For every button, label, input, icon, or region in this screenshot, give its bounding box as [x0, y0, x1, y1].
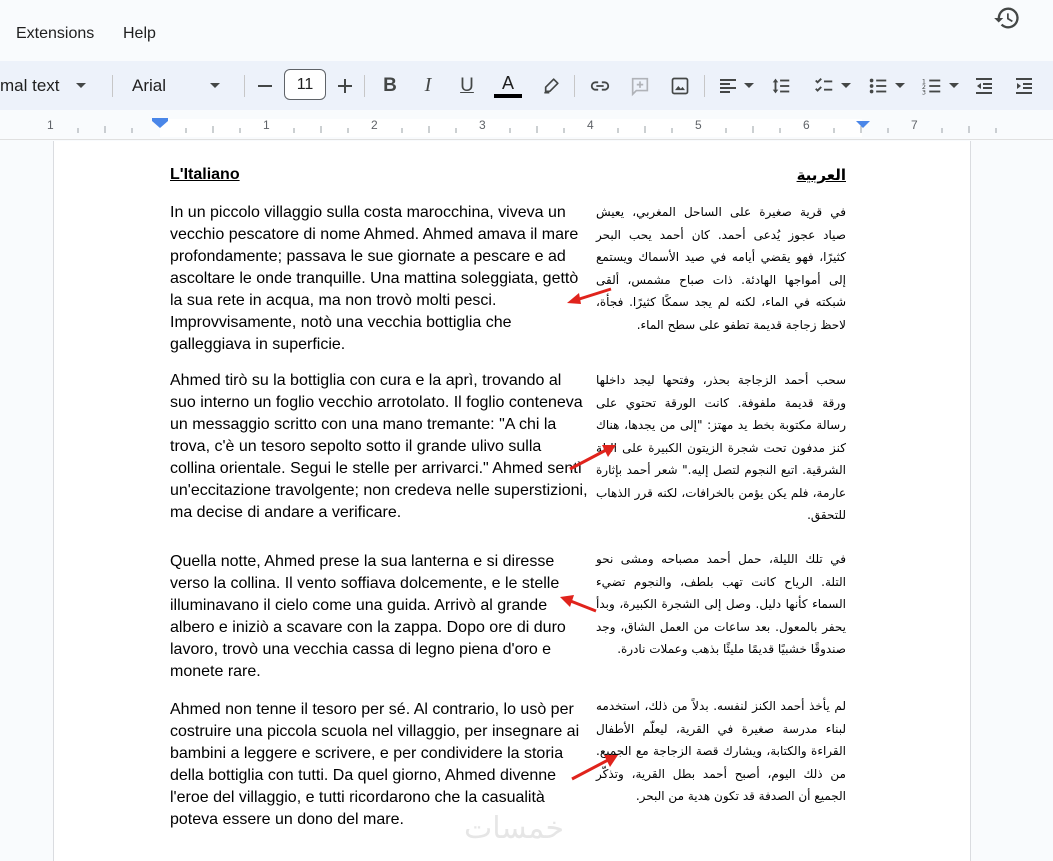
- decrease-indent-icon: [976, 77, 992, 94]
- underline-button[interactable]: U: [453, 61, 481, 110]
- italian-heading: L'Italiano: [170, 166, 240, 183]
- red-arrow-icon: [567, 287, 612, 304]
- increase-font-size-button[interactable]: [332, 61, 358, 110]
- ruler-number: 7: [911, 118, 918, 132]
- toolbar-divider: [704, 75, 705, 97]
- link-icon: [590, 80, 610, 91]
- history-icon: [994, 7, 1019, 29]
- underline-icon: U: [460, 74, 474, 96]
- align-left-icon: [720, 78, 736, 93]
- ruler-number: 1: [47, 118, 54, 132]
- chevron-down-icon: [949, 83, 959, 88]
- numbered-list-icon: 1 2 3: [922, 77, 941, 96]
- bold-icon: B: [383, 74, 397, 96]
- ruler-number: 3: [479, 118, 486, 132]
- toolbar-divider: [244, 75, 245, 97]
- red-arrow-icon: [569, 445, 616, 471]
- menu-bar: Extensions Help: [0, 0, 1053, 64]
- line-spacing-button[interactable]: [766, 61, 796, 110]
- decrease-indent-button[interactable]: [970, 61, 998, 110]
- italic-button[interactable]: I: [414, 61, 442, 110]
- ruler-ticks: [77, 118, 997, 133]
- text-color-swatch: [494, 93, 522, 98]
- plus-icon: [338, 78, 352, 93]
- bulleted-list-icon: [869, 78, 887, 93]
- red-arrow-icon: [560, 595, 597, 613]
- increase-indent-button[interactable]: [1010, 61, 1038, 110]
- checklist-button[interactable]: [808, 61, 856, 110]
- chevron-down-icon: [210, 83, 221, 88]
- arabic-paragraph: لم يأخذ أحمد الكنز لنفسه. بدلاً من ذلك، …: [596, 699, 846, 803]
- chevron-down-icon: [75, 83, 86, 88]
- menu-help[interactable]: Help: [123, 25, 156, 43]
- italian-paragraph: Ahmed tirò su la bottiglia con cura e la…: [170, 372, 588, 521]
- font-family-dropdown[interactable]: Arial: [120, 61, 240, 110]
- insert-link-button[interactable]: [586, 61, 614, 110]
- version-history-button[interactable]: [991, 2, 1023, 34]
- paragraph-style-dropdown[interactable]: mal text: [0, 61, 108, 110]
- insert-image-icon: [671, 77, 689, 94]
- ruler-number: 1: [263, 118, 270, 132]
- left-indent-marker: [152, 121, 168, 128]
- increase-indent-icon: [1016, 77, 1032, 94]
- decrease-font-size-button[interactable]: [252, 61, 278, 110]
- chevron-down-icon: [895, 83, 905, 88]
- chevron-down-icon: [744, 83, 754, 88]
- toolbar-divider: [574, 75, 575, 97]
- ruler-number: 6: [803, 118, 810, 132]
- arabic-paragraph: في قرية صغيرة على الساحل المغربي، يعيش ص…: [596, 205, 846, 332]
- ruler-number: 4: [587, 118, 594, 132]
- font-size-input[interactable]: 11: [284, 69, 326, 100]
- toolbar-divider: [364, 75, 365, 97]
- font-family-value: Arial: [132, 75, 167, 95]
- checklist-icon: [815, 77, 833, 92]
- menu-extensions[interactable]: Extensions: [16, 25, 94, 43]
- insert-image-button[interactable]: [666, 61, 694, 110]
- italic-icon: I: [424, 74, 432, 96]
- arabic-paragraph: سحب أحمد الزجاجة بحذر، وفتحها ليجد داخله…: [596, 373, 846, 522]
- numbered-list-button[interactable]: 1 2 3: [916, 61, 964, 110]
- toolbar-divider: [112, 75, 113, 97]
- ruler-number: 5: [695, 118, 702, 132]
- red-arrow-icon: [571, 755, 618, 781]
- right-indent-marker: [856, 121, 870, 128]
- highlight-color-button[interactable]: [538, 61, 564, 110]
- line-spacing-icon: [772, 78, 790, 93]
- watermark: خمسات: [464, 811, 565, 846]
- align-button[interactable]: [714, 61, 758, 110]
- paragraph-style-value: mal text: [0, 75, 60, 95]
- text-color-icon: A: [501, 72, 514, 93]
- italian-paragraph: In un piccolo villaggio sulla costa maro…: [170, 204, 579, 353]
- arabic-heading: العربية: [796, 166, 846, 184]
- add-comment-button[interactable]: [626, 61, 654, 110]
- arabic-paragraph: في تلك الليلة، حمل أحمد مصباحه ومشى نحو …: [596, 552, 846, 656]
- minus-icon: [258, 84, 272, 87]
- add-comment-icon: [631, 77, 649, 96]
- bold-button[interactable]: B: [376, 61, 404, 110]
- chevron-down-icon: [841, 83, 851, 88]
- text-color-button[interactable]: A: [493, 61, 523, 110]
- bulleted-list-button[interactable]: [862, 61, 910, 110]
- highlight-icon: [544, 77, 559, 93]
- ruler-number: 2: [371, 118, 378, 132]
- toolbar: mal text Arial 11 B I U A 1 2 3: [0, 61, 1053, 110]
- italian-paragraph: Quella notte, Ahmed prese la sua lantern…: [170, 553, 566, 680]
- ruler[interactable]: 1 1 2 3 4 5 6 7: [0, 110, 1053, 140]
- document-page[interactable]: L'Italiano العربية In un piccolo villagg…: [53, 141, 971, 861]
- svg-text:3: 3: [922, 88, 926, 96]
